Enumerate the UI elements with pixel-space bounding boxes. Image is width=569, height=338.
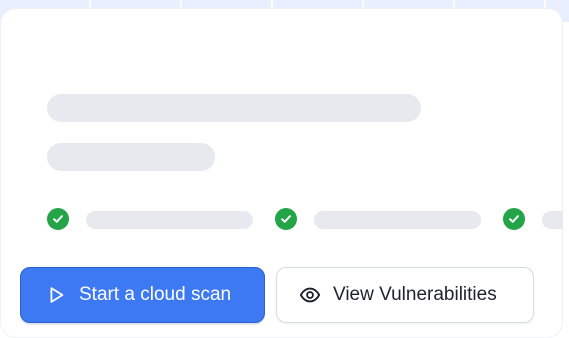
view-vulnerabilities-button[interactable]: View Vulnerabilities	[276, 267, 534, 323]
skeleton-subtitle	[47, 143, 215, 171]
eye-icon	[299, 284, 321, 306]
check-circle-icon	[47, 208, 69, 230]
check-circle-icon	[275, 208, 297, 230]
view-vulnerabilities-label: View Vulnerabilities	[333, 284, 497, 305]
skeleton-check-item	[86, 211, 253, 229]
skeleton-check-item	[542, 211, 563, 229]
start-cloud-scan-button[interactable]: Start a cloud scan	[20, 267, 265, 323]
play-icon	[45, 284, 67, 306]
start-cloud-scan-label: Start a cloud scan	[79, 284, 232, 305]
check-circle-icon	[503, 208, 525, 230]
skeleton-title	[47, 94, 421, 122]
skeleton-check-item	[314, 211, 481, 229]
